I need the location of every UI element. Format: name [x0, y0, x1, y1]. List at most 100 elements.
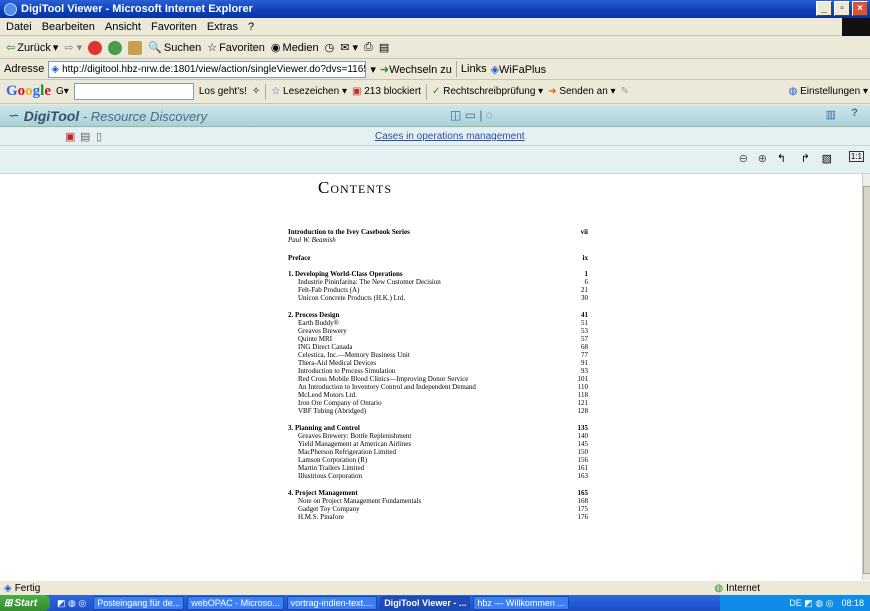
toc-row: 3. Planning and Control 135: [288, 424, 588, 432]
toc-row: Note on Project Management Fundamentals 1…: [288, 497, 588, 505]
spellcheck-button[interactable]: ✓ Rechtschreibprüfung ▾: [432, 86, 543, 97]
address-input[interactable]: ◈ http://digitool.hbz-nrw.de:1801/view/a…: [48, 60, 367, 78]
task-outlook[interactable]: Posteingang für de...: [93, 596, 185, 610]
toc-entry-title: Thera-Aid Medical Devices: [298, 359, 377, 367]
toc-entry-title: 4. Project Management: [288, 489, 358, 497]
toc-row: Unicon Concrete Products (H.K.) Ltd. 30: [288, 294, 588, 302]
bookmarks-button[interactable]: ☆ Lesezeichen ▾: [271, 86, 347, 97]
toc-entry-page: 118: [577, 391, 588, 399]
document-viewer[interactable]: Contents Introduction to the Ivey Casebo…: [0, 174, 862, 580]
viewer-navbar: ⊖ ⊕ ↰ ↱ ▧ 1:1: [0, 146, 870, 174]
start-button[interactable]: ⊞ Start: [0, 595, 50, 611]
toc-entry-title: H.M.S. Pinafore: [298, 513, 344, 521]
zoom-in-icon[interactable]: ⊕: [758, 152, 767, 165]
print-icon[interactable]: ▥: [826, 108, 836, 121]
task-webopac[interactable]: webOPAC - Microso...: [187, 596, 284, 610]
rotate-right-icon[interactable]: ↱: [801, 152, 810, 165]
menu-bar: Datei Bearbeiten Ansicht Favoriten Extra…: [0, 18, 870, 36]
toc-row: Industrie Pininfarina: The New Customer …: [288, 278, 588, 286]
favorites-button[interactable]: ☆ Favoriten: [207, 41, 265, 55]
zoom-out-icon[interactable]: ⊖: [739, 152, 748, 165]
toc-row: H.M.S. Pinafore 176: [288, 513, 588, 521]
mail-icon[interactable]: ✉ ▾: [340, 41, 358, 54]
links-button[interactable]: Links: [461, 63, 487, 75]
toc-entry-page: 51: [581, 319, 588, 327]
scrollbar-thumb[interactable]: [863, 186, 870, 574]
back-button[interactable]: ⇦ Zurück ▾: [6, 41, 58, 55]
toc-entry-page: 21: [581, 286, 588, 294]
help-icon[interactable]: ?: [851, 107, 858, 119]
print-icon[interactable]: ⎙: [364, 41, 373, 54]
google-search-input[interactable]: [73, 83, 194, 100]
toc-entry-page: 93: [581, 367, 588, 375]
toc-entry-title: ING Direct Canada: [298, 343, 353, 351]
toc-row: MacPherson Refrigeration Limited 150: [288, 448, 588, 456]
google-search-icon[interactable]: ✧: [252, 86, 260, 97]
digitool-header: ∽ DigiTool - Resource Discovery ◫ ▭ | ◌ …: [0, 105, 870, 127]
rotate-left-icon[interactable]: ↰: [777, 152, 786, 165]
google-menu-icon[interactable]: G▾: [56, 86, 69, 97]
toc-row: Preface ix: [288, 254, 588, 262]
home-icon[interactable]: [128, 40, 143, 55]
copy-icon[interactable]: ▯: [96, 130, 102, 143]
history-icon[interactable]: ◷: [325, 41, 335, 54]
menu-help[interactable]: ?: [248, 21, 254, 33]
toc-entry-page: 145: [577, 440, 589, 448]
task-word[interactable]: vortrag-indien-text....: [286, 596, 378, 610]
wifaplus-link[interactable]: ◈WiFaPlus: [491, 63, 547, 76]
menu-view[interactable]: Ansicht: [105, 21, 141, 33]
popup-blocker[interactable]: ▣ 213 blockiert: [352, 86, 421, 97]
internet-zone-icon: ◍: [714, 582, 724, 594]
quicklaunch-icons[interactable]: ◩ ◍ ◎: [57, 598, 86, 609]
toc-entry-title: Earth Buddy®: [298, 319, 339, 327]
close-button[interactable]: ×: [852, 1, 868, 16]
address-dropdown-icon[interactable]: ▾: [370, 63, 376, 76]
menu-edit[interactable]: Bearbeiten: [42, 21, 95, 33]
star-icon: ☆: [207, 42, 218, 54]
menu-favorites[interactable]: Favoriten: [151, 21, 197, 33]
toc-row: Iron Ore Company of Ontario 121: [288, 399, 588, 407]
google-go-button[interactable]: Los geht's!: [199, 86, 247, 97]
forward-button[interactable]: ⇨ ▾: [64, 41, 82, 54]
layout-toggle-icons[interactable]: ◫ ▭ | ◌: [450, 108, 493, 122]
task-digitool[interactable]: DigiTool Viewer - ...: [380, 596, 471, 610]
minimize-button[interactable]: _: [816, 1, 832, 16]
save-icon[interactable]: ▤: [80, 130, 90, 143]
pdf-icon[interactable]: ▣: [65, 130, 75, 143]
toc-entry-page: 41: [581, 311, 588, 319]
document-title-link[interactable]: Cases in operations management: [375, 131, 525, 142]
settings-icon: ◍: [788, 86, 798, 97]
ie-icon: [4, 2, 17, 16]
toc-entry-page: 161: [577, 464, 589, 472]
stop-icon[interactable]: [88, 40, 103, 55]
toc-entry-page: 30: [581, 294, 588, 302]
go-button[interactable]: ➜Wechseln zu: [380, 63, 452, 76]
toc-row: Paul W. Beamish: [288, 236, 588, 244]
toc-entry-title: Gadget Toy Company: [298, 505, 360, 513]
page-done-icon: ◈: [4, 582, 12, 594]
fit-page-icon[interactable]: ▧: [822, 152, 832, 165]
toc-entry-title: McLeod Motors Ltd.: [298, 391, 357, 399]
vertical-scrollbar[interactable]: [862, 174, 870, 580]
settings-button[interactable]: ◍ Einstellungen ▾: [789, 86, 868, 97]
send-to-button[interactable]: ➜ Senden an ▾: [548, 86, 615, 97]
pencil-icon[interactable]: ✎: [621, 86, 629, 97]
refresh-icon[interactable]: [108, 40, 123, 55]
maximize-button[interactable]: ▫: [834, 1, 850, 16]
toc-row: 2. Process Design 41: [288, 311, 588, 319]
edit-icon[interactable]: ▤: [379, 41, 389, 54]
back-arrow-icon: ⇦: [6, 42, 16, 54]
toc-row: Quinte MRI 57: [288, 335, 588, 343]
toc-entry-page: 110: [577, 383, 588, 391]
menu-file[interactable]: Datei: [6, 21, 32, 33]
search-button[interactable]: 🔍 Suchen: [148, 41, 201, 55]
toc-entry-title: Martin Trailers Limited: [298, 464, 365, 472]
actual-size-icon[interactable]: 1:1: [848, 151, 864, 162]
toc-entry-page: 101: [577, 375, 589, 383]
menu-tools[interactable]: Extras: [207, 21, 238, 33]
toc-entry-title: Greaves Brewery: Bottle Replenishment: [298, 432, 412, 440]
media-button[interactable]: ◉ Medien: [271, 41, 319, 55]
task-hbz[interactable]: hbz — Willkommen ...: [473, 596, 569, 610]
windows-flag-icon: ⊞: [4, 597, 13, 609]
tray-icons[interactable]: DE ◩ ◍ ◎: [789, 598, 833, 609]
